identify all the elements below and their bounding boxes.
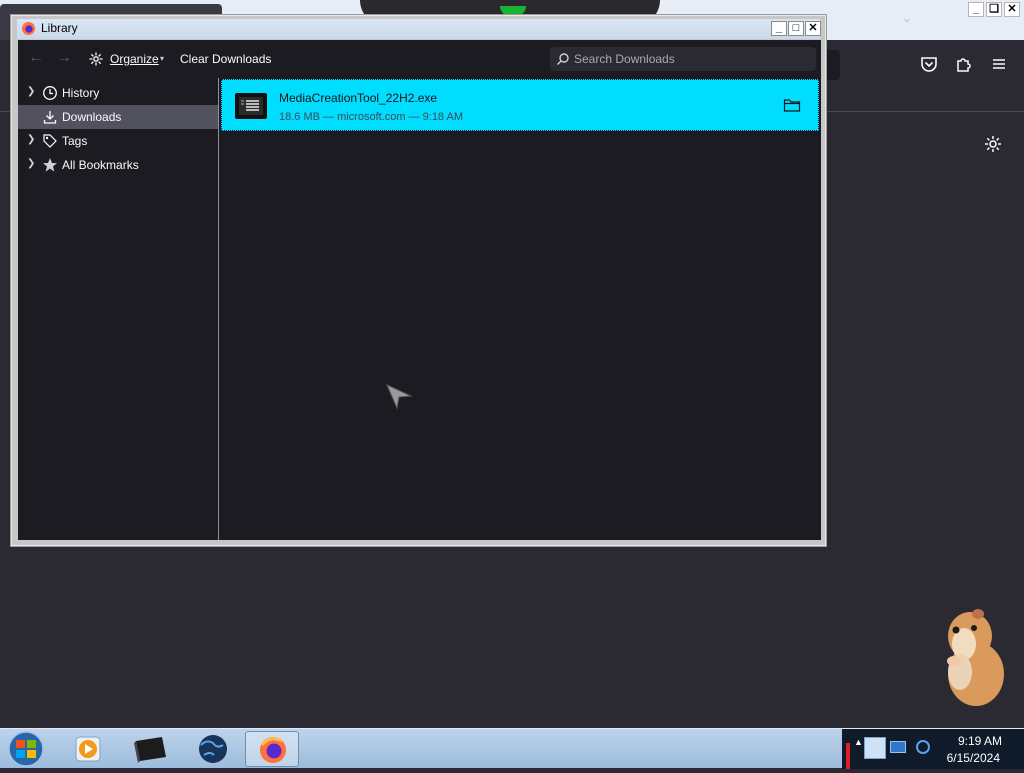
app-box-icon [134, 737, 166, 763]
sidebar-item-label: All Bookmarks [62, 158, 139, 172]
list-all-tabs-icon[interactable]: ⌄ [898, 10, 916, 26]
extensions-icon[interactable] [953, 53, 975, 75]
gear-icon [89, 52, 103, 66]
close-button[interactable]: ✕ [805, 21, 821, 36]
search-box[interactable] [550, 47, 816, 71]
taskbar: ▲ 9:19 AM 6/15/2024 [0, 728, 1024, 769]
start-button[interactable] [6, 731, 46, 767]
minimize-button[interactable]: _ [771, 21, 787, 36]
organize-label: Organize [110, 52, 159, 66]
tray-flag-icon [846, 743, 850, 769]
gear-icon[interactable] [982, 133, 1004, 155]
library-titlebar[interactable]: Library _ □ ✕ [17, 19, 821, 39]
clock-time[interactable]: 9:19 AM [958, 734, 1002, 748]
restore-browser-button[interactable]: ❏ [986, 2, 1002, 17]
sidebar-item-history[interactable]: ❯ History [18, 81, 218, 105]
sidebar-item-label: Downloads [62, 110, 122, 124]
pocket-icon[interactable] [918, 53, 940, 75]
maximize-button[interactable]: □ [788, 21, 804, 36]
star-icon [43, 158, 57, 172]
organize-button[interactable]: Organize ▾ [88, 40, 168, 78]
back-icon[interactable]: ← [28, 49, 44, 67]
tag-icon [43, 134, 57, 148]
download-status: 18.6 MB — microsoft.com — 9:18 AM [279, 111, 464, 123]
library-window: Library _ □ ✕ ← → Organize ▾ Clear Downl… [10, 14, 827, 547]
search-icon [557, 53, 569, 65]
system-tray: ▲ 9:19 AM 6/15/2024 [842, 729, 1024, 769]
firefox-icon [260, 737, 286, 763]
menu-icon[interactable] [988, 53, 1010, 75]
taskbar-app-box[interactable] [124, 731, 178, 767]
globe-icon [199, 735, 227, 763]
file-icon [235, 93, 267, 119]
library-body: ❯ History Downloads ❯ Tags ❯ All Bookmar… [18, 78, 821, 540]
library-toolbar: ← → Organize ▾ Clear Downloads [18, 40, 821, 78]
sidebar-item-label: History [62, 86, 100, 100]
folder-icon[interactable] [783, 97, 801, 113]
close-browser-button[interactable]: ✕ [1004, 2, 1020, 17]
volume-icon[interactable] [916, 740, 930, 754]
sidebar-item-tags[interactable]: ❯ Tags [18, 129, 218, 153]
places-sidebar: ❯ History Downloads ❯ Tags ❯ All Bookmar… [18, 78, 219, 540]
forward-icon[interactable]: → [56, 49, 72, 67]
download-filename: MediaCreationTool_22H2.exe [279, 91, 438, 105]
clock-icon [43, 86, 57, 100]
firefox-icon [21, 21, 36, 36]
search-input[interactable] [574, 51, 804, 67]
download-item[interactable]: MediaCreationTool_22H2.exe 18.6 MB — mic… [221, 79, 819, 131]
taskbar-app-firefox[interactable] [245, 731, 299, 767]
expand-chevron-icon[interactable]: ❯ [27, 158, 37, 170]
download-icon [43, 111, 57, 124]
network-icon[interactable] [890, 741, 906, 753]
mouse-pointer-icon [386, 384, 413, 410]
hamster-mascot [947, 609, 1004, 706]
sidebar-item-all-bookmarks[interactable]: ❯ All Bookmarks [18, 153, 218, 177]
show-hidden-icons-icon[interactable]: ▲ [854, 737, 863, 747]
action-center-icon[interactable] [864, 737, 886, 759]
minimize-browser-button[interactable]: _ [968, 2, 984, 17]
media-player-icon [75, 736, 101, 762]
downloads-list: MediaCreationTool_22H2.exe 18.6 MB — mic… [220, 78, 821, 540]
expand-chevron-icon[interactable]: ❯ [27, 86, 37, 98]
clock-date[interactable]: 6/15/2024 [947, 751, 1000, 765]
expand-chevron-icon[interactable]: ❯ [27, 134, 37, 146]
library-title: Library [41, 21, 78, 35]
dropdown-arrow-icon: ▾ [160, 54, 165, 63]
sidebar-item-label: Tags [62, 134, 88, 148]
sidebar-item-downloads[interactable]: Downloads [18, 105, 218, 129]
taskbar-app-globe[interactable] [186, 731, 240, 767]
taskbar-app-media-player[interactable] [60, 731, 114, 767]
clear-downloads-button[interactable]: Clear Downloads [180, 52, 271, 66]
